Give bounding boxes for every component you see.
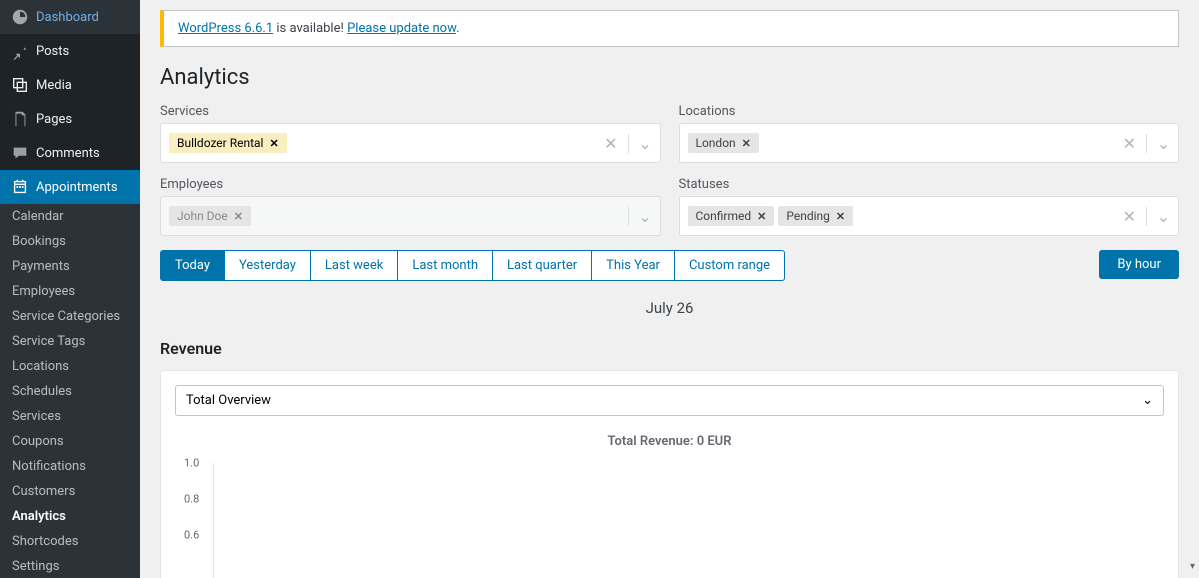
appointments-submenu: CalendarBookingsPaymentsEmployeesService… [0, 204, 140, 578]
page-title: Analytics [160, 65, 1179, 90]
submenu-schedules[interactable]: Schedules [0, 379, 140, 404]
by-hour-button[interactable]: By hour [1099, 250, 1179, 279]
date-btn-today[interactable]: Today [160, 250, 225, 281]
update-notice: WordPress 6.6.1 is available! Please upd… [160, 10, 1179, 47]
ytick: 1.0 [184, 457, 199, 470]
chevron-down-icon[interactable]: ⌄ [1146, 207, 1170, 226]
date-btn-this-year[interactable]: This Year [591, 250, 675, 281]
comments-icon [10, 143, 30, 163]
chevron-down-icon[interactable]: ⌄ [628, 134, 652, 153]
chevron-down-icon[interactable]: ⌄ [1146, 134, 1170, 153]
remove-tag-icon: ✕ [234, 210, 243, 223]
ytick: 0.6 [184, 528, 199, 541]
status-tag: Pending✕ [778, 206, 853, 226]
submenu-notifications[interactable]: Notifications [0, 454, 140, 479]
main-content: WordPress 6.6.1 is available! Please upd… [140, 0, 1199, 578]
services-label: Services [160, 104, 661, 119]
revenue-chart: Total Revenue: 0 EUR 0.6 0.8 1.0 [175, 434, 1164, 578]
calendar-icon [10, 177, 30, 197]
locations-label: Locations [679, 104, 1180, 119]
date-btn-yesterday[interactable]: Yesterday [224, 250, 311, 281]
submenu-settings[interactable]: Settings [0, 554, 140, 578]
remove-tag-icon[interactable]: ✕ [269, 137, 278, 150]
revenue-heading: Revenue [160, 339, 1179, 358]
ytick: 0.8 [184, 492, 199, 505]
submenu-employees[interactable]: Employees [0, 279, 140, 304]
menu-item-appointments[interactable]: Appointments [0, 170, 140, 204]
current-date-label: July 26 [160, 299, 1179, 317]
location-tag: London✕ [688, 133, 759, 153]
date-btn-last-quarter[interactable]: Last quarter [492, 250, 592, 281]
service-tag: Bulldozer Rental✕ [169, 133, 287, 153]
submenu-calendar[interactable]: Calendar [0, 204, 140, 229]
menu-item-pages[interactable]: Pages [0, 102, 140, 136]
employees-filter: John Doe✕ ⌄ [160, 196, 661, 236]
submenu-coupons[interactable]: Coupons [0, 429, 140, 454]
statuses-label: Statuses [679, 177, 1180, 192]
menu-item-dashboard[interactable]: Dashboard [0, 0, 140, 34]
update-now-link[interactable]: Please update now [347, 21, 456, 36]
submenu-bookings[interactable]: Bookings [0, 229, 140, 254]
menu-item-comments[interactable]: Comments [0, 136, 140, 170]
chevron-down-icon: ⌄ [1142, 393, 1153, 408]
status-tag: Confirmed✕ [688, 206, 775, 226]
clear-icon[interactable]: ✕ [1123, 134, 1136, 153]
revenue-card: Total Overview ⌄ Total Revenue: 0 EUR 0.… [160, 370, 1179, 578]
revenue-overview-select[interactable]: Total Overview ⌄ [175, 385, 1164, 416]
dashboard-icon [10, 7, 30, 27]
clear-icon[interactable]: ✕ [1123, 207, 1136, 226]
statuses-filter[interactable]: Confirmed✕ Pending✕ ✕ ⌄ [679, 196, 1180, 236]
date-btn-last-week[interactable]: Last week [310, 250, 398, 281]
date-btn-last-month[interactable]: Last month [397, 250, 493, 281]
chart-title: Total Revenue: 0 EUR [185, 434, 1154, 449]
remove-tag-icon[interactable]: ✕ [757, 210, 766, 223]
submenu-services[interactable]: Services [0, 404, 140, 429]
date-btn-custom-range[interactable]: Custom range [674, 250, 785, 281]
menu-item-posts[interactable]: Posts [0, 34, 140, 68]
pages-icon [10, 109, 30, 129]
clear-icon[interactable]: ✕ [604, 134, 617, 153]
locations-filter[interactable]: London✕ ✕ ⌄ [679, 123, 1180, 163]
submenu-service-categories[interactable]: Service Categories [0, 304, 140, 329]
submenu-customers[interactable]: Customers [0, 479, 140, 504]
chevron-down-icon: ⌄ [628, 207, 652, 226]
submenu-service-tags[interactable]: Service Tags [0, 329, 140, 354]
employee-tag: John Doe✕ [169, 206, 251, 226]
remove-tag-icon[interactable]: ✕ [836, 210, 845, 223]
wp-version-link[interactable]: WordPress 6.6.1 [178, 21, 273, 36]
submenu-analytics[interactable]: Analytics [0, 504, 140, 529]
scroll-indicator-icon: ▾ [1190, 561, 1195, 572]
admin-sidebar: DashboardPostsMediaPagesCommentsAppointm… [0, 0, 140, 578]
submenu-locations[interactable]: Locations [0, 354, 140, 379]
services-filter[interactable]: Bulldozer Rental✕ ✕ ⌄ [160, 123, 661, 163]
submenu-payments[interactable]: Payments [0, 254, 140, 279]
pin-icon [10, 41, 30, 61]
menu-item-media[interactable]: Media [0, 68, 140, 102]
submenu-shortcodes[interactable]: Shortcodes [0, 529, 140, 554]
media-icon [10, 75, 30, 95]
date-range-group: TodayYesterdayLast weekLast monthLast qu… [160, 250, 785, 281]
remove-tag-icon[interactable]: ✕ [742, 137, 751, 150]
employees-label: Employees [160, 177, 661, 192]
